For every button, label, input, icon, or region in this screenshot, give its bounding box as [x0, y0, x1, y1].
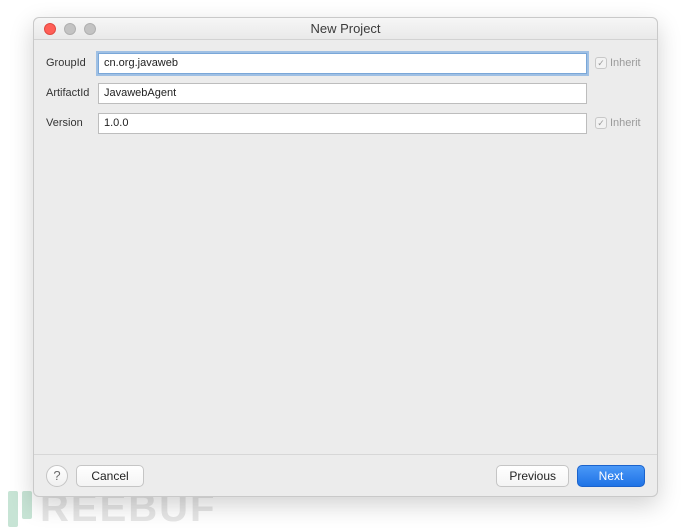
inherit-label: Inherit	[610, 117, 641, 129]
dialog-window: New Project GroupId ✓ Inherit ArtifactId…	[33, 17, 658, 497]
form-content: GroupId ✓ Inherit ArtifactId Version ✓ I…	[34, 40, 657, 454]
inherit-version[interactable]: ✓ Inherit	[587, 117, 645, 129]
cancel-button[interactable]: Cancel	[76, 465, 144, 487]
watermark-icon	[8, 491, 36, 527]
label-groupid: GroupId	[46, 57, 98, 69]
inherit-label: Inherit	[610, 57, 641, 69]
inherit-groupid[interactable]: ✓ Inherit	[587, 57, 645, 69]
close-icon[interactable]	[44, 23, 56, 35]
label-version: Version	[46, 117, 98, 129]
previous-button[interactable]: Previous	[496, 465, 569, 487]
window-controls	[34, 23, 96, 35]
next-button[interactable]: Next	[577, 465, 645, 487]
row-artifactid: ArtifactId	[46, 80, 645, 106]
checkbox-icon[interactable]: ✓	[595, 57, 607, 69]
titlebar: New Project	[34, 18, 657, 40]
checkbox-icon[interactable]: ✓	[595, 117, 607, 129]
input-groupid[interactable]	[98, 53, 587, 74]
row-version: Version ✓ Inherit	[46, 110, 645, 136]
row-groupid: GroupId ✓ Inherit	[46, 50, 645, 76]
input-version[interactable]	[98, 113, 587, 134]
help-button[interactable]: ?	[46, 465, 68, 487]
window-title: New Project	[34, 21, 657, 36]
zoom-icon	[84, 23, 96, 35]
dialog-footer: ? Cancel Previous Next	[34, 454, 657, 496]
input-artifactid[interactable]	[98, 83, 587, 104]
label-artifactid: ArtifactId	[46, 87, 98, 99]
minimize-icon	[64, 23, 76, 35]
